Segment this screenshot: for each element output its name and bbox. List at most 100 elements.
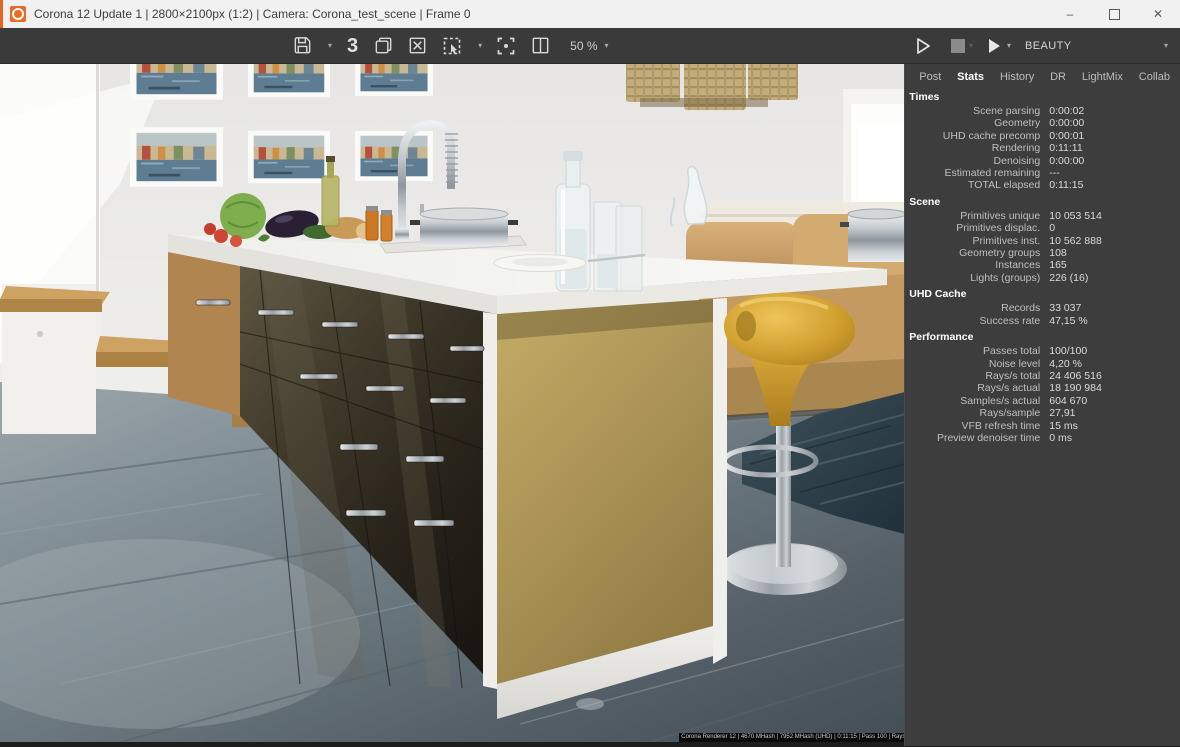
corona-vfb-window: Corona 12 Update 1 | 2800×2100px (1:2) |… [0, 0, 1180, 746]
stat-row: Passes total 100/100 [905, 345, 1180, 357]
stat-value: 15 ms [1049, 420, 1078, 432]
stat-value: 226 (16) [1049, 272, 1088, 284]
stat-value: 10 562 888 [1049, 235, 1102, 247]
stat-label: Geometry groups [905, 247, 1040, 259]
stat-row: Rays/sample 27,91 [905, 407, 1180, 419]
stat-value: 604 670 [1049, 395, 1087, 407]
stat-value: 27,91 [1049, 407, 1075, 419]
section-title: Times [909, 91, 1180, 103]
stat-row: VFB refresh time 15 ms [905, 420, 1180, 432]
corona-app-icon [10, 6, 26, 22]
stat-value: 18 190 984 [1049, 382, 1102, 394]
stat-value: 0 ms [1049, 432, 1072, 444]
interactive-dropdown-caret[interactable]: ▾ [1007, 41, 1011, 50]
stat-row: Primitives displac. 0 [905, 222, 1180, 234]
render-stop-button [949, 37, 967, 55]
stat-row: Estimated remaining --- [905, 167, 1180, 179]
stat-label: Primitives unique [905, 210, 1040, 222]
stat-label: Denoising [905, 155, 1040, 167]
stat-label: TOTAL elapsed [905, 179, 1040, 191]
stat-label: Instances [905, 259, 1040, 271]
render-stamp: Corona Renderer 12 | 4670 MHash | 7952 M… [679, 733, 904, 742]
render-element-value: BEAUTY [1025, 40, 1071, 52]
stat-label: Samples/s actual [905, 395, 1040, 407]
stat-label: Success rate [905, 315, 1040, 327]
copy-to-slot-button[interactable] [373, 35, 394, 56]
stat-row: Scene parsing0:00:02 [905, 105, 1180, 117]
stat-label: Passes total [905, 345, 1040, 357]
stat-label: Primitives displac. [905, 222, 1040, 234]
stat-row: Noise level4,20 % [905, 358, 1180, 370]
maximize-icon [1109, 9, 1120, 20]
stat-row: Records33 037 [905, 302, 1180, 314]
ab-compare-button[interactable] [530, 35, 551, 56]
tab-lightmix[interactable]: LightMix [1082, 71, 1123, 83]
stat-row: Samples/s actual 604 670 [905, 395, 1180, 407]
tab-history[interactable]: History [1000, 71, 1034, 83]
stat-row: Success rate 47,15 % [905, 315, 1180, 327]
stat-value: 0:00:00 [1049, 155, 1084, 167]
stock-pot [840, 209, 904, 262]
save-dropdown-caret[interactable]: ▾ [328, 41, 332, 50]
stat-row: Denoising 0:00:00 [905, 155, 1180, 167]
tab-collab[interactable]: Collab [1139, 71, 1170, 83]
region-dropdown-caret[interactable]: ▾ [478, 41, 482, 50]
tab-post[interactable]: Post [919, 71, 941, 83]
stat-value: 0 [1049, 222, 1055, 234]
render-element-select[interactable]: BEAUTY ▾ [1025, 40, 1172, 52]
close-button[interactable]: ✕ [1136, 0, 1180, 28]
render-element-caret: ▾ [1164, 41, 1168, 50]
stat-label: VFB refresh time [905, 420, 1040, 432]
history-slot-number: 3 [347, 36, 358, 56]
stat-value: --- [1049, 167, 1060, 179]
panel-tabs: Post Stats History DR LightMix Collab [905, 64, 1180, 86]
section-title: Scene [909, 196, 1180, 208]
stat-value: 24 406 516 [1049, 370, 1102, 382]
window-title: Corona 12 Update 1 | 2800×2100px (1:2) |… [34, 7, 471, 21]
tab-stats[interactable]: Stats [957, 71, 984, 83]
zoom-control[interactable]: 50 % ▾ [570, 39, 608, 53]
maximize-button[interactable] [1092, 0, 1136, 28]
stat-row: Geometry 0:00:00 [905, 117, 1180, 129]
focus-region-button[interactable] [495, 35, 517, 57]
stat-value: 108 [1049, 247, 1067, 259]
stat-row: Primitives inst.10 562 888 [905, 235, 1180, 247]
region-render-button[interactable] [441, 35, 463, 57]
stat-value: 0:11:15 [1049, 179, 1083, 191]
cooking-pot [410, 208, 518, 246]
stat-label: Preview denoiser time [905, 432, 1040, 444]
tab-dr[interactable]: DR [1050, 71, 1066, 83]
stat-value: 0:00:00 [1049, 117, 1084, 129]
stat-row: UHD cache precomp0:00:01 [905, 130, 1180, 142]
stat-label: Rays/s total [905, 370, 1040, 382]
save-button[interactable] [292, 35, 313, 56]
minimize-button[interactable]: – [1048, 0, 1092, 28]
stats-sections: Times Scene parsing0:00:02Geometry 0:00:00… [905, 86, 1180, 444]
stat-label: Estimated remaining [905, 167, 1040, 179]
toolbar-right-group: ▾ ▾ BEAUTY ▾ [912, 28, 1172, 63]
stat-row: TOTAL elapsed 0:11:15 [905, 179, 1180, 191]
stat-value: 47,15 % [1049, 315, 1088, 327]
stats-panel: Post Stats History DR LightMix Collab Times Sc… [904, 64, 1180, 746]
stat-row: Rays/s actual 18 190 984 [905, 382, 1180, 394]
toolbar-left-group: ▾ 3 ▾ 50 % ▾ [292, 28, 609, 63]
clear-image-button[interactable] [407, 35, 428, 56]
render-viewport[interactable]: Corona Renderer 12 | 4670 MHash | 7952 M… [0, 64, 904, 747]
render-start-button[interactable] [912, 35, 934, 57]
stat-value: 10 053 514 [1049, 210, 1102, 222]
stat-label: Lights (groups) [905, 272, 1040, 284]
stat-value: 0:11:11 [1049, 142, 1082, 154]
interactive-start-button[interactable] [983, 35, 1005, 57]
window-accent-edge [0, 0, 3, 28]
stat-label: Rays/s actual [905, 382, 1040, 394]
stat-value: 100/100 [1049, 345, 1087, 357]
drinking-glasses [594, 202, 642, 291]
stat-value: 0:00:02 [1049, 105, 1084, 117]
stat-label: Records [905, 302, 1040, 314]
section-title: Performance [909, 331, 1180, 343]
stat-label: UHD cache precomp [905, 130, 1040, 142]
stat-row: Rendering0:11:11 [905, 142, 1180, 154]
rendered-image [0, 64, 904, 742]
stat-label: Geometry [905, 117, 1040, 129]
stat-label: Rays/sample [905, 407, 1040, 419]
